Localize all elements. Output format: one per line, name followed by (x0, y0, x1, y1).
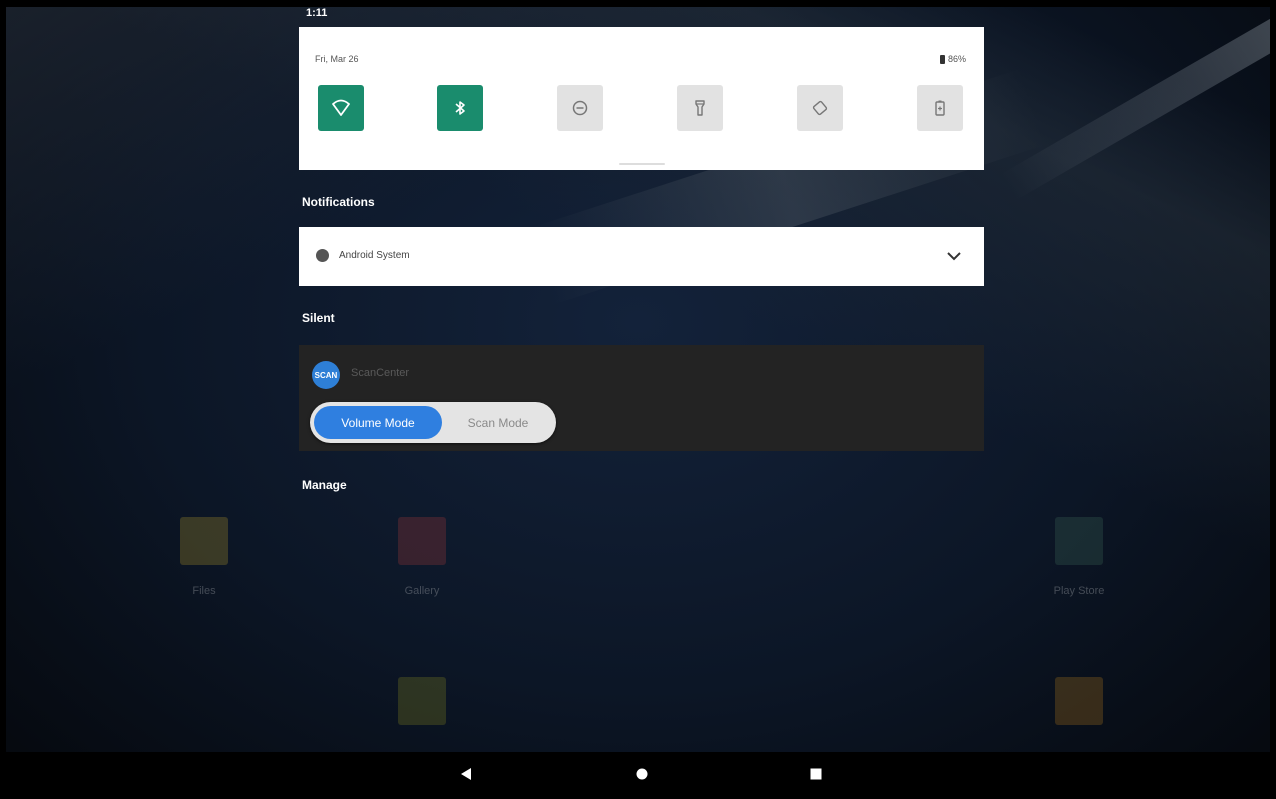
wallpaper-streak (1001, 7, 1270, 200)
manage-button[interactable]: Manage (302, 478, 347, 492)
scan-mode-option[interactable]: Scan Mode (444, 406, 552, 439)
wifi-icon (332, 99, 350, 116)
home-app-messages (398, 677, 446, 725)
silent-notification-scancenter[interactable]: SCAN ScanCenter Volume Mode Scan Mode (299, 345, 984, 451)
home-app-gallery (398, 517, 446, 565)
home-button[interactable] (630, 764, 654, 784)
tile-do-not-disturb[interactable] (557, 85, 603, 131)
home-app-label: Gallery (404, 585, 440, 597)
qs-date: Fri, Mar 26 (315, 54, 359, 64)
tile-flashlight[interactable] (677, 85, 723, 131)
battery-percent: 86% (947, 54, 966, 64)
home-app-label: Files (192, 585, 216, 597)
flashlight-icon (695, 100, 705, 116)
notifications-header: Notifications (302, 195, 375, 209)
tile-battery-saver[interactable] (917, 85, 963, 131)
silent-header: Silent (302, 311, 335, 325)
home-app-play-store (1055, 517, 1103, 565)
battery-icon (939, 54, 945, 64)
bluetooth-icon (455, 101, 465, 115)
home-app-unknown (1055, 677, 1103, 725)
navigation-bar (6, 752, 1270, 794)
chevron-down-icon[interactable] (944, 246, 964, 266)
back-button[interactable] (454, 764, 478, 784)
volume-mode-option[interactable]: Volume Mode (314, 406, 442, 439)
qs-battery: 86% (939, 54, 966, 64)
qs-drag-handle[interactable] (619, 163, 665, 165)
scancenter-app-icon: SCAN (312, 361, 340, 389)
android-system-icon (316, 249, 329, 262)
home-app-files (180, 517, 228, 565)
auto-rotate-icon (812, 100, 828, 116)
status-time: 1:11 (306, 7, 328, 19)
mode-toggle[interactable]: Volume Mode Scan Mode (310, 402, 556, 443)
tile-auto-rotate[interactable] (797, 85, 843, 131)
tile-bluetooth[interactable] (437, 85, 483, 131)
quick-settings-panel: Fri, Mar 26 86% (299, 27, 984, 170)
recents-button[interactable] (804, 764, 828, 784)
notification-app-name: Android System (339, 250, 410, 261)
back-icon (461, 768, 471, 780)
scancenter-app-name: ScanCenter (351, 367, 410, 379)
battery-saver-icon (935, 100, 945, 116)
home-icon (636, 768, 648, 780)
home-app-label: Play Store (1053, 585, 1105, 597)
do-not-disturb-icon (572, 100, 588, 116)
recents-icon (810, 768, 822, 780)
notification-android-system[interactable]: Android System (299, 227, 984, 286)
tile-wifi[interactable] (318, 85, 364, 131)
